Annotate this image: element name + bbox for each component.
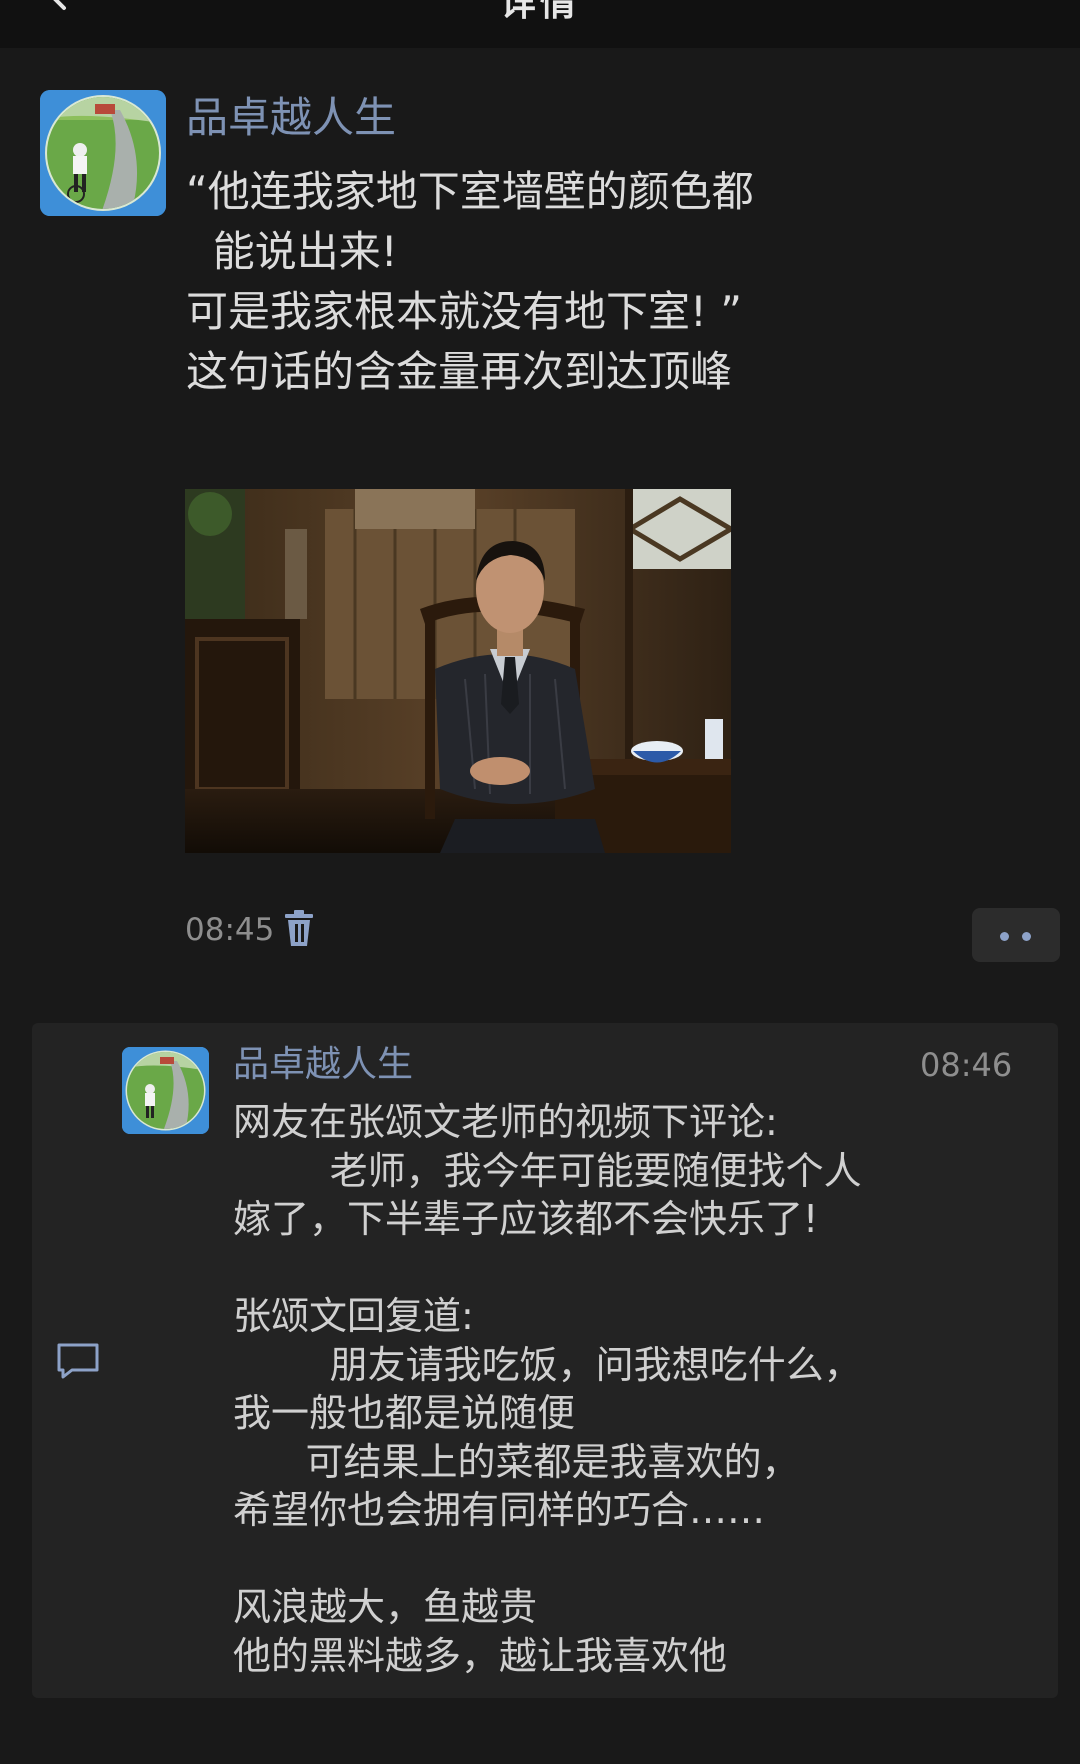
comment-author-name[interactable]: 品卓越人生 [233, 1040, 413, 1090]
comment-author-avatar[interactable] [122, 1047, 209, 1134]
comment-text-line: 可结果上的菜都是我喜欢的， [233, 1439, 800, 1484]
top-bar: 详情 [0, 0, 1080, 48]
comment-text: 网友在张颂文老师的视频下评论: 老师，我今年可能要随便找个人 嫁了，下半辈子应该… [233, 1098, 1033, 1680]
post-text-line: 这句话的含金量再次到达顶峰 [186, 347, 733, 396]
comment-text-line: 老师，我今年可能要随便找个人 [233, 1148, 862, 1193]
post-photo[interactable] [185, 489, 731, 853]
comment-text-line: 风浪越大，鱼越贵 [233, 1585, 538, 1629]
post-text-line: “他连我家地下室墙壁的颜色都 [186, 167, 754, 216]
more-dots-icon [1022, 932, 1031, 941]
comment-text-line: 我一般也都是说随便 [233, 1391, 576, 1435]
comment-text-line: 他的黑料越多，越让我喜欢他 [233, 1633, 728, 1678]
comment-text-line: 希望你也会拥有同样的巧合…… [233, 1488, 766, 1532]
comment-bubble-icon [57, 1343, 99, 1379]
post-author-avatar[interactable] [40, 90, 166, 216]
more-dots-icon [1000, 932, 1009, 941]
more-options-button[interactable] [972, 908, 1060, 962]
post-author-name[interactable]: 品卓越人生 [186, 90, 396, 146]
comment-timestamp: 08:46 [920, 1046, 1013, 1084]
comment-text-line [233, 1535, 1033, 1584]
trash-icon[interactable] [284, 910, 314, 948]
post-text-line: 能说出来! [186, 227, 398, 276]
post-text-line: 可是我家根本就没有地下室! ” [186, 287, 742, 336]
comment-text-line [233, 1244, 1033, 1293]
post-timestamp: 08:45 [185, 912, 275, 948]
post-text: “他连我家地下室墙壁的颜色都 能说出来! 可是我家根本就没有地下室! ” 这句话… [186, 162, 1046, 402]
comment-text-line: 嫁了，下半辈子应该都不会快乐了! [233, 1197, 819, 1241]
page-title: 详情 [499, 0, 580, 24]
comment-text-line: 张颂文回复道: [233, 1294, 474, 1338]
comment-text-line: 网友在张颂文老师的视频下评论: [233, 1100, 778, 1144]
comment-text-line: 朋友请我吃饭，问我想吃什么， [233, 1342, 862, 1387]
